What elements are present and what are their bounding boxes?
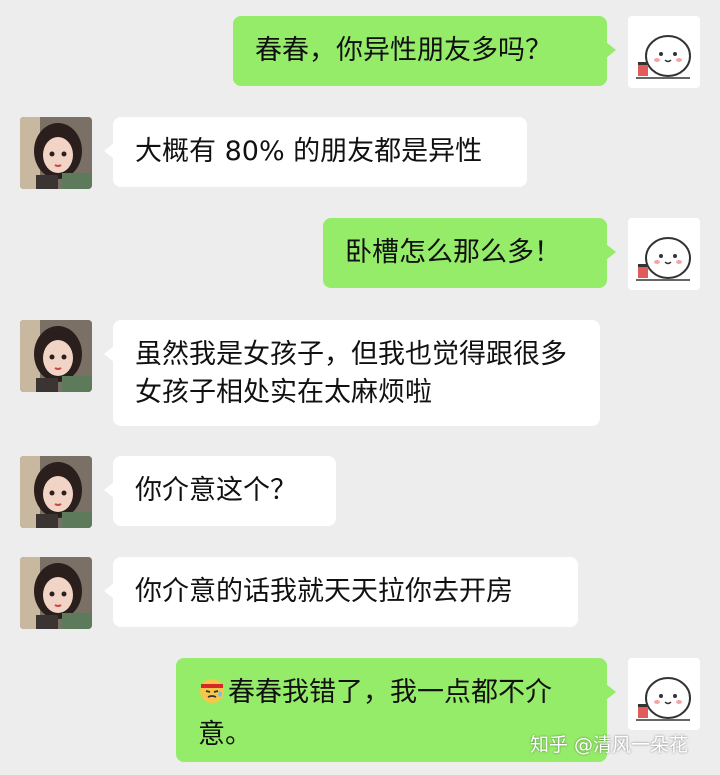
watermark: 知乎 @清风一朵花 [530,734,689,756]
my-message-bubble[interactable]: 卧槽怎么那么多！ [323,218,616,288]
girl-portrait-avatar-icon [20,456,92,528]
her-message-bubble[interactable]: 你介意这个？ [104,456,336,526]
her-avatar[interactable] [20,557,92,629]
girl-portrait-avatar-icon [20,117,92,189]
sweat-smile-emoji-icon [198,677,226,716]
message-text: 大概有 80% 的朋友都是异性 [135,136,483,167]
message-text: 春春，你异性朋友多吗？ [255,35,552,66]
her-avatar[interactable] [20,320,92,392]
my-avatar[interactable] [628,16,700,88]
cartoon-bun-avatar-icon [628,16,700,88]
my-avatar[interactable] [628,658,700,730]
message-text: 你介意这个？ [135,475,297,506]
girl-portrait-avatar-icon [20,320,92,392]
my-avatar[interactable] [628,218,700,290]
her-avatar[interactable] [20,456,92,528]
message-text: 你介意的话我就天天拉你去开房 [135,576,513,607]
her-message-bubble[interactable]: 你介意的话我就天天拉你去开房 [104,557,578,627]
her-message-bubble[interactable]: 大概有 80% 的朋友都是异性 [104,117,527,187]
message-text: 卧槽怎么那么多！ [345,237,561,268]
my-message-bubble[interactable]: 春春，你异性朋友多吗？ [233,16,616,86]
her-avatar[interactable] [20,117,92,189]
message-text: 虽然我是女孩子，但我也觉得跟很多女孩子相处实在太麻烦啦 [135,339,567,408]
cartoon-bun-avatar-icon [628,218,700,290]
her-message-bubble[interactable]: 虽然我是女孩子，但我也觉得跟很多女孩子相处实在太麻烦啦 [104,320,600,426]
cartoon-bun-avatar-icon [628,658,700,730]
message-text: 春春我错了，我一点都不介意。 [198,677,552,750]
girl-portrait-avatar-icon [20,557,92,629]
